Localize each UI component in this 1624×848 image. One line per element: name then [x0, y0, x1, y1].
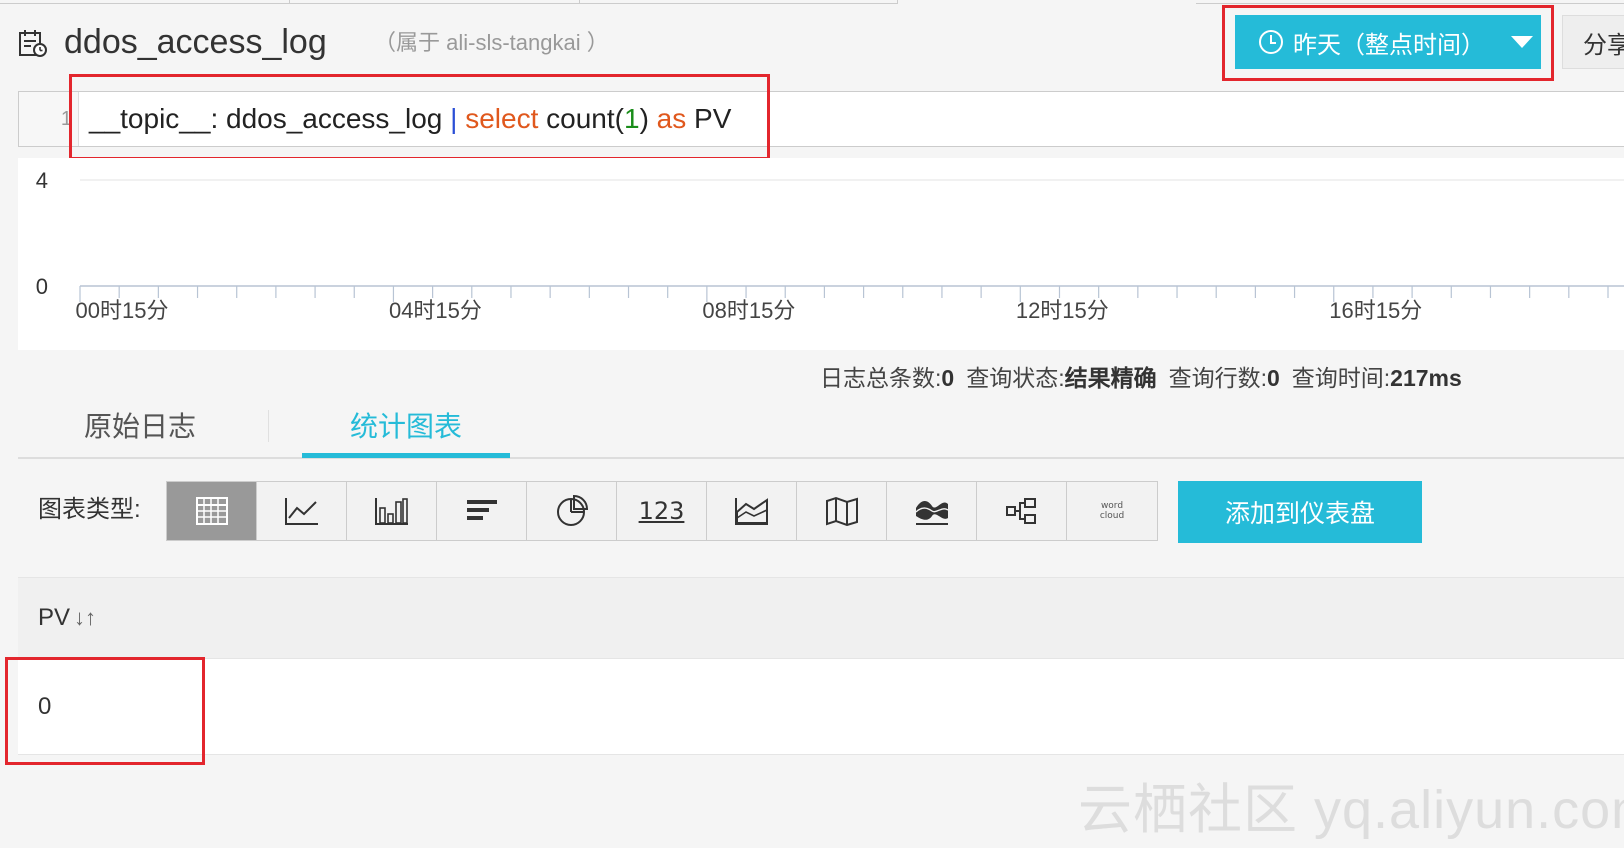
- logstore-icon: [18, 28, 48, 58]
- active-tab-indicator: [302, 453, 510, 458]
- bar-chart-icon: [374, 498, 408, 525]
- chart-type-pie[interactable]: [527, 482, 617, 540]
- x-tick-label: 12时15分: [1016, 298, 1109, 323]
- map-icon: [825, 496, 858, 526]
- watermark: 云栖社区 yq.aliyun.com: [1078, 780, 1624, 840]
- y-tick-label: 4: [36, 168, 48, 193]
- pie-chart-icon: [556, 495, 588, 526]
- chart-type-selector: 123 word cloud: [166, 481, 1158, 541]
- x-tick-label: 08时15分: [702, 298, 795, 323]
- horizontal-bar-icon: [466, 500, 497, 520]
- annotation-result: [5, 657, 205, 765]
- annotation-query: [69, 74, 770, 160]
- logstore-title: ddos_access_log: [64, 23, 327, 61]
- area-chart-icon: [734, 498, 768, 525]
- flow-chart-icon: [915, 501, 948, 525]
- chart-type-area[interactable]: [707, 482, 797, 540]
- stat-status-value: 结果精确: [1064, 365, 1157, 391]
- number-icon: 123: [638, 497, 685, 525]
- word-cloud-line1: word: [1100, 501, 1124, 511]
- log-histogram: 4 0 00时15分 04时15分 08时15分 12时15分 16时15分: [18, 158, 1624, 350]
- column-header-label: PV: [38, 604, 71, 631]
- table-icon: [195, 497, 228, 525]
- chart-type-number[interactable]: 123: [617, 482, 707, 540]
- stat-total-label: 日志总条数:: [820, 365, 942, 391]
- annotation-time-range: [1222, 5, 1554, 81]
- word-cloud-line2: cloud: [1099, 511, 1125, 521]
- tab-stats-chart[interactable]: 统计图表: [302, 405, 510, 457]
- stat-status-label: 查询状态:: [966, 365, 1065, 391]
- x-tick-label: 16时15分: [1329, 298, 1422, 323]
- x-tick-label: 00时15分: [76, 298, 169, 323]
- chart-type-flow[interactable]: [887, 482, 977, 540]
- project-label: （属于 ali-sls-tangkai ）: [374, 30, 609, 55]
- chart-type-label: 图表类型:: [38, 496, 141, 523]
- sort-icon[interactable]: ↓↑: [74, 602, 96, 634]
- stat-rows-label: 查询行数:: [1168, 365, 1267, 391]
- histogram-chart: 4 0 00时15分 04时15分 08时15分 12时15分 16时15分: [36, 168, 1624, 323]
- column-header-pv[interactable]: PV ↓↑: [38, 602, 96, 634]
- chart-type-sankey[interactable]: [977, 482, 1067, 540]
- share-button[interactable]: 分享: [1562, 15, 1624, 69]
- stat-rows-value: 0: [1266, 365, 1280, 391]
- chart-type-map[interactable]: [797, 482, 887, 540]
- word-cloud-icon: word cloud: [1100, 501, 1124, 521]
- chart-type-horizontal-bar[interactable]: [437, 482, 527, 540]
- result-table-header: PV ↓↑: [18, 577, 1624, 659]
- stat-time-value: 217ms: [1390, 365, 1462, 391]
- chart-type-bar[interactable]: [347, 482, 437, 540]
- sankey-icon: [1005, 498, 1036, 524]
- tab-raw-logs[interactable]: 原始日志: [40, 405, 240, 457]
- stat-time-label: 查询时间:: [1291, 365, 1391, 391]
- chart-type-table[interactable]: [167, 482, 257, 540]
- browser-tab-strip: [0, 0, 1624, 4]
- chart-type-word-cloud[interactable]: word cloud: [1067, 482, 1157, 540]
- share-button-label: 分享: [1583, 31, 1624, 59]
- tabs-baseline: [18, 457, 1624, 459]
- x-tick-label: 04时15分: [389, 298, 482, 323]
- tab-divider: [268, 410, 269, 442]
- query-stats: 日志总条数:0 查询状态:结果精确 查询行数:0 查询时间:217ms: [820, 362, 1462, 394]
- table-row: 0: [18, 659, 1624, 755]
- chart-type-line[interactable]: [257, 482, 347, 540]
- add-to-dashboard-button[interactable]: 添加到仪表盘: [1178, 481, 1422, 543]
- y-tick-label: 0: [36, 274, 48, 299]
- stat-total-value: 0: [941, 365, 955, 391]
- line-chart-icon: [284, 498, 318, 525]
